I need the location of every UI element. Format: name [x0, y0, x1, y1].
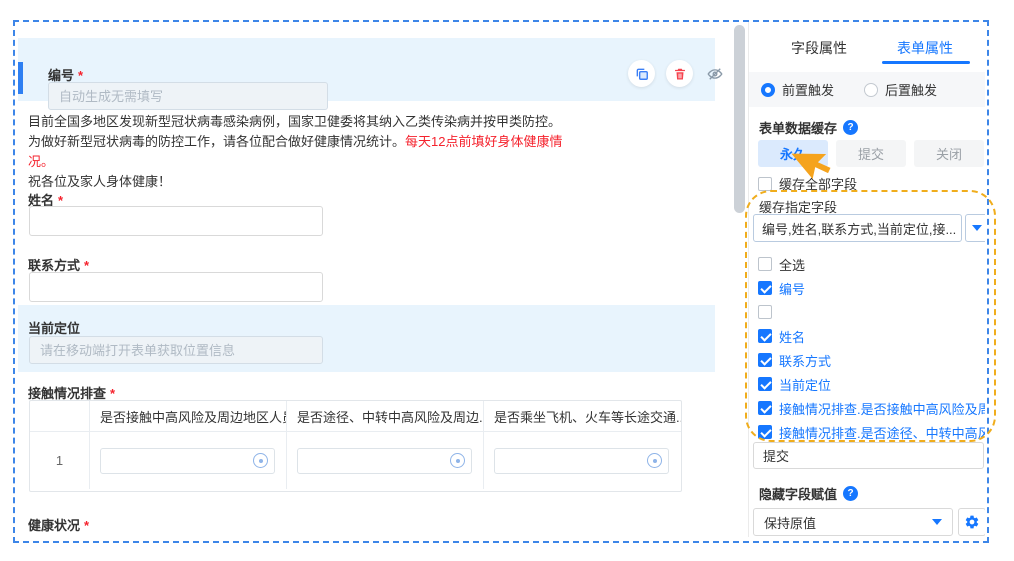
field-list-item-survey-col2[interactable]: 接触情况排查.是否途径、中转中高风险及 [758, 420, 985, 444]
survey-select-col3[interactable] [494, 448, 669, 474]
radio-post-trigger-label: 后置触发 [885, 80, 937, 99]
field-list-item-label: 接触情况排查.是否接触中高风险及周边地 [779, 399, 985, 418]
field-list-item-label: 编号 [779, 279, 805, 298]
tab-form-properties[interactable]: 表单属性 [897, 38, 953, 58]
radio-pre-trigger[interactable]: 前置触发 [761, 80, 834, 99]
field-list-item-label: 当前定位 [779, 375, 831, 394]
radio-icon [761, 83, 775, 97]
vertical-scrollbar[interactable] [734, 25, 745, 213]
location-field-label: 当前定位 [28, 318, 80, 337]
hidden-field-section-title: 隐藏字段赋值 [759, 484, 858, 503]
hide-field-button[interactable] [704, 63, 726, 85]
mouse-cursor-icon [795, 138, 835, 185]
survey-header-col2: 是否途径、中转中高风险及周边... [287, 401, 484, 431]
select-dropdown-icon [253, 453, 268, 468]
chevron-down-icon [972, 225, 982, 231]
health-field-label: 健康状况* [28, 515, 89, 534]
specified-fields-select[interactable]: 编号,姓名,联系方式,当前定位,接... [753, 214, 962, 242]
checkbox-icon [758, 305, 772, 319]
contact-input[interactable] [29, 272, 323, 302]
survey-header-col1: 是否接触中高风险及周边地区人员 [90, 401, 287, 431]
field-list-item-serial[interactable]: 编号 [758, 276, 985, 300]
required-asterisk: * [110, 386, 115, 401]
gear-icon [964, 514, 980, 530]
hidden-field-settings-button[interactable] [958, 508, 985, 536]
checkbox-icon [758, 329, 772, 343]
field-list-item-label: 接触情况排查.是否途径、中转中高风险及 [779, 423, 985, 442]
cache-trigger-value-input[interactable]: 提交 [753, 442, 984, 469]
delete-field-button[interactable] [666, 60, 693, 87]
hidden-field-select[interactable]: 保持原值 [753, 508, 953, 536]
field-list-item-contact[interactable]: 联系方式 [758, 348, 985, 372]
survey-header-col3: 是否乘坐飞机、火车等长途交通... [484, 401, 681, 431]
serial-input[interactable] [48, 82, 328, 110]
specified-fields-select-caret-button[interactable] [965, 214, 985, 242]
survey-row-index: 1 [30, 431, 90, 489]
properties-panel: 字段属性 表单属性 前置触发 后置触发 表单数据缓存 永久 提交 关闭 缓存全部… [749, 22, 985, 537]
survey-table-header-row: 是否接触中高风险及周边地区人员 是否途径、中转中高风险及周边... 是否乘坐飞机… [30, 401, 681, 431]
field-list-item-name[interactable]: 姓名 [758, 324, 985, 348]
survey-select-col2[interactable] [297, 448, 472, 474]
form-canvas: 编号* 目前全国多地区发现新型冠状病毒感染病例，国家卫健委将其纳入乙类传染病并按… [15, 22, 748, 537]
checkbox-icon [758, 257, 772, 271]
cache-mode-submit-button[interactable]: 提交 [836, 140, 906, 167]
required-asterisk: * [84, 518, 89, 533]
radio-pre-trigger-label: 前置触发 [782, 80, 834, 99]
field-list-item-survey-col1[interactable]: 接触情况排查.是否接触中高风险及周边地 [758, 396, 985, 420]
field-list-item-empty[interactable] [758, 300, 985, 324]
radio-icon [864, 83, 878, 97]
selected-field-indicator-bar [18, 62, 23, 94]
notice-line-2: 为做好新型冠状病毒的防控工作，请各位配合做好健康情况统计。每天12点前填好身体健… [28, 132, 588, 172]
form-notice-text: 目前全国多地区发现新型冠状病毒感染病例，国家卫健委将其纳入乙类传染病并按甲类防控… [28, 112, 588, 192]
survey-header-index [30, 401, 90, 431]
chevron-down-icon [932, 519, 942, 525]
name-input[interactable] [29, 206, 323, 236]
cache-section-title: 表单数据缓存 [759, 118, 858, 137]
notice-line-1: 目前全国多地区发现新型冠状病毒感染病例，国家卫健委将其纳入乙类传染病并按甲类防控… [28, 112, 588, 132]
eye-slash-icon [706, 65, 724, 83]
survey-table-row: 1 [30, 431, 681, 489]
cache-field-list: 全选 编号 姓名 联系方式 当前定位 接触情况排查.是否接触中高风险及周边地 [758, 252, 985, 444]
select-dropdown-icon [450, 453, 465, 468]
required-asterisk: * [84, 258, 89, 273]
select-dropdown-icon [647, 453, 662, 468]
notice-line-3: 祝各位及家人身体健康！ [28, 172, 588, 192]
cache-mode-close-button[interactable]: 关闭 [914, 140, 984, 167]
checkbox-icon [758, 353, 772, 367]
trash-icon [673, 67, 687, 81]
tab-field-properties[interactable]: 字段属性 [791, 38, 847, 58]
field-list-item-label: 联系方式 [779, 351, 831, 370]
help-icon[interactable] [843, 486, 858, 501]
checkbox-icon [758, 401, 772, 415]
help-icon[interactable] [843, 120, 858, 135]
checkbox-icon [758, 425, 772, 439]
active-tab-underline [882, 61, 970, 64]
field-list-item-label: 姓名 [779, 327, 805, 346]
hidden-field-select-value: 保持原值 [764, 513, 816, 532]
checkbox-icon [758, 377, 772, 391]
required-asterisk: * [78, 68, 83, 83]
survey-subtable: 是否接触中高风险及周边地区人员 是否途径、中转中高风险及周边... 是否乘坐飞机… [29, 400, 682, 492]
checkbox-icon [758, 177, 772, 191]
location-input[interactable] [29, 336, 323, 364]
checkbox-icon [758, 281, 772, 295]
radio-post-trigger[interactable]: 后置触发 [864, 80, 937, 99]
field-list-item-location[interactable]: 当前定位 [758, 372, 985, 396]
selected-field-serial[interactable]: 编号* [18, 38, 715, 101]
trigger-radio-group: 前置触发 后置触发 [749, 72, 985, 107]
field-list-item-select-all[interactable]: 全选 [758, 252, 985, 276]
survey-select-col1[interactable] [100, 448, 275, 474]
field-list-item-label: 全选 [779, 255, 805, 274]
duplicate-field-button[interactable] [628, 60, 655, 87]
copy-icon [635, 67, 649, 81]
